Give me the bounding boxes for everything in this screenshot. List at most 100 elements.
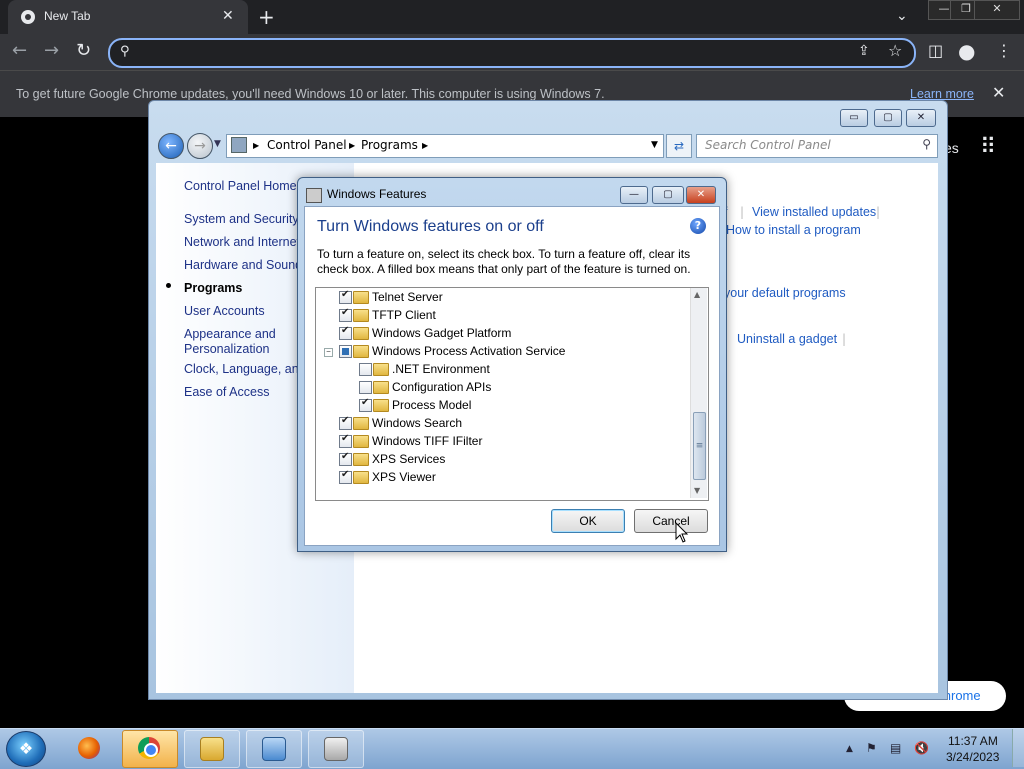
dialog-close-button[interactable]: ✕ [686, 186, 716, 204]
new-tab-icon[interactable]: + [258, 5, 275, 29]
action-center-flag-icon[interactable]: ⚑ [866, 741, 877, 755]
taskbar-control-panel[interactable] [246, 730, 302, 768]
feature-row[interactable]: Windows Search [316, 415, 690, 433]
sidebar-item-home[interactable]: Control Panel Home [184, 179, 297, 193]
feature-row[interactable]: XPS Viewer [316, 469, 690, 487]
collapse-expander-icon[interactable]: − [324, 348, 333, 357]
search-icon[interactable]: ⚲ [922, 137, 931, 151]
ok-button[interactable]: OK [551, 509, 625, 533]
chrome-close-button[interactable]: ✕ [974, 0, 1020, 20]
network-icon[interactable]: ▤ [890, 741, 901, 755]
cp-search-input[interactable]: Search Control Panel ⚲ [696, 134, 938, 158]
sidebar-item-user-accounts[interactable]: User Accounts [184, 304, 265, 318]
scroll-up-icon[interactable]: ▲ [694, 290, 700, 299]
feature-checkbox[interactable] [339, 289, 352, 304]
feature-row[interactable]: Process Model [316, 397, 690, 415]
feature-checkbox[interactable] [339, 325, 352, 340]
features-tree: Telnet Server TFTP Client Windows Gadget P… [315, 287, 709, 501]
cp-maximize-button[interactable]: ▢ [874, 109, 902, 127]
show-desktop-button[interactable] [1012, 729, 1024, 767]
feature-checkbox[interactable] [339, 469, 352, 484]
scroll-thumb[interactable]: ≡ [693, 412, 706, 480]
feature-checkbox[interactable] [339, 307, 352, 322]
how-to-install-link[interactable]: How to install a program [726, 223, 861, 237]
feature-row[interactable]: Windows Gadget Platform [316, 325, 690, 343]
windows-features-icon [324, 737, 348, 761]
folder-icon [353, 417, 369, 430]
default-programs-link[interactable]: your default programs [724, 286, 846, 300]
clock-time[interactable]: 11:37 AM [948, 734, 998, 748]
apps-grid-icon[interactable]: ⠿ [980, 134, 996, 160]
sidebar-item-hardware[interactable]: Hardware and Sound [184, 258, 302, 272]
feature-label: Windows Gadget Platform [372, 326, 512, 340]
tab-close-icon[interactable]: ✕ [222, 8, 234, 24]
feature-checkbox[interactable] [339, 451, 352, 466]
breadcrumb-programs[interactable]: Programs [361, 138, 418, 152]
learn-more-link[interactable]: Learn more [910, 87, 974, 101]
chrome-icon-center [144, 743, 158, 757]
feature-row[interactable]: Configuration APIs [316, 379, 690, 397]
dialog-minimize-button[interactable]: — [620, 186, 648, 204]
chrome-menu-icon[interactable]: ⋮ [996, 41, 1012, 60]
breadcrumb-control-panel[interactable]: Control Panel [267, 138, 347, 152]
feature-checkbox[interactable] [339, 433, 352, 448]
cp-close-button[interactable]: ✕ [906, 109, 936, 127]
sidebar-item-network[interactable]: Network and Internet [184, 235, 300, 249]
forward-icon[interactable]: → [44, 40, 59, 61]
omnibox[interactable]: ⚲ [108, 38, 916, 68]
share-icon[interactable]: ⇪ [858, 43, 870, 59]
sidebar-item-ease-of-access[interactable]: Ease of Access [184, 385, 269, 399]
address-dropdown-icon[interactable]: ▼ [651, 140, 658, 150]
link-separator: | [842, 332, 847, 346]
dialog-title: Windows Features [327, 187, 427, 201]
feature-checkbox[interactable] [339, 345, 352, 358]
view-installed-updates-link[interactable]: View installed updates [752, 205, 876, 219]
clock-date[interactable]: 3/24/2023 [946, 750, 999, 764]
scroll-down-icon[interactable]: ▼ [694, 486, 700, 495]
taskbar-windows-features[interactable] [308, 730, 364, 768]
sidebar-item-clock-language[interactable]: Clock, Language, and [184, 362, 297, 376]
start-button[interactable]: ❖ [6, 731, 46, 767]
breadcrumb-arrow-icon: ▶ [253, 141, 260, 150]
back-icon[interactable]: ← [12, 40, 27, 61]
feature-checkbox[interactable] [359, 363, 372, 376]
infobar-close-icon[interactable]: ✕ [992, 83, 1005, 102]
chrome-tab-new-tab[interactable]: New Tab ✕ [8, 0, 248, 34]
feature-row[interactable]: Telnet Server [316, 289, 690, 307]
windows-features-title-icon [306, 188, 322, 203]
bookmark-star-icon[interactable]: ☆ [888, 41, 902, 60]
sidebar-item-appearance[interactable]: Appearance and Personalization [184, 327, 294, 357]
feature-label: TFTP Client [372, 308, 436, 322]
feature-row[interactable]: Windows TIFF IFilter [316, 433, 690, 451]
side-panel-icon[interactable]: ◫ [928, 41, 943, 60]
show-hidden-icons-icon[interactable]: ▲ [846, 744, 853, 754]
feature-checkbox[interactable] [359, 397, 372, 412]
feature-row[interactable]: TFTP Client [316, 307, 690, 325]
taskbar-firefox[interactable] [62, 730, 118, 768]
cp-forward-button[interactable]: → [187, 133, 213, 159]
taskbar-chrome[interactable] [122, 730, 178, 768]
cp-back-button[interactable]: ← [158, 133, 184, 159]
cp-minimize-button[interactable]: ▭ [840, 109, 868, 127]
feature-checkbox[interactable] [339, 415, 352, 430]
feature-checkbox[interactable] [359, 381, 372, 394]
feature-row[interactable]: XPS Services [316, 451, 690, 469]
volume-muted-icon[interactable]: 🔇 [914, 741, 929, 755]
taskbar-explorer[interactable] [184, 730, 240, 768]
uninstall-gadget-link[interactable]: Uninstall a gadget [737, 332, 837, 346]
cancel-button[interactable]: Cancel [634, 509, 708, 533]
feature-label: Windows TIFF IFilter [372, 434, 483, 448]
refresh-icon[interactable]: ⇄ [666, 134, 692, 158]
tab-search-icon[interactable]: ⌄ [896, 8, 908, 24]
sidebar-item-system-security[interactable]: System and Security [184, 212, 299, 226]
reload-icon[interactable]: ↻ [76, 40, 91, 61]
recent-pages-icon[interactable]: ▼ [214, 139, 221, 149]
feature-row[interactable]: − Windows Process Activation Service [316, 343, 690, 361]
dialog-maximize-button[interactable]: ▢ [652, 186, 684, 204]
features-scrollbar[interactable]: ▲ ≡ ▼ [690, 288, 707, 498]
cp-address-bar[interactable]: ▶ Control Panel ▶ Programs ▶ ▼ [226, 134, 664, 158]
sidebar-item-programs[interactable]: Programs [184, 281, 242, 295]
help-icon[interactable]: ? [690, 218, 706, 234]
profile-avatar-icon[interactable]: ● [958, 39, 975, 63]
feature-row[interactable]: .NET Environment [316, 361, 690, 379]
